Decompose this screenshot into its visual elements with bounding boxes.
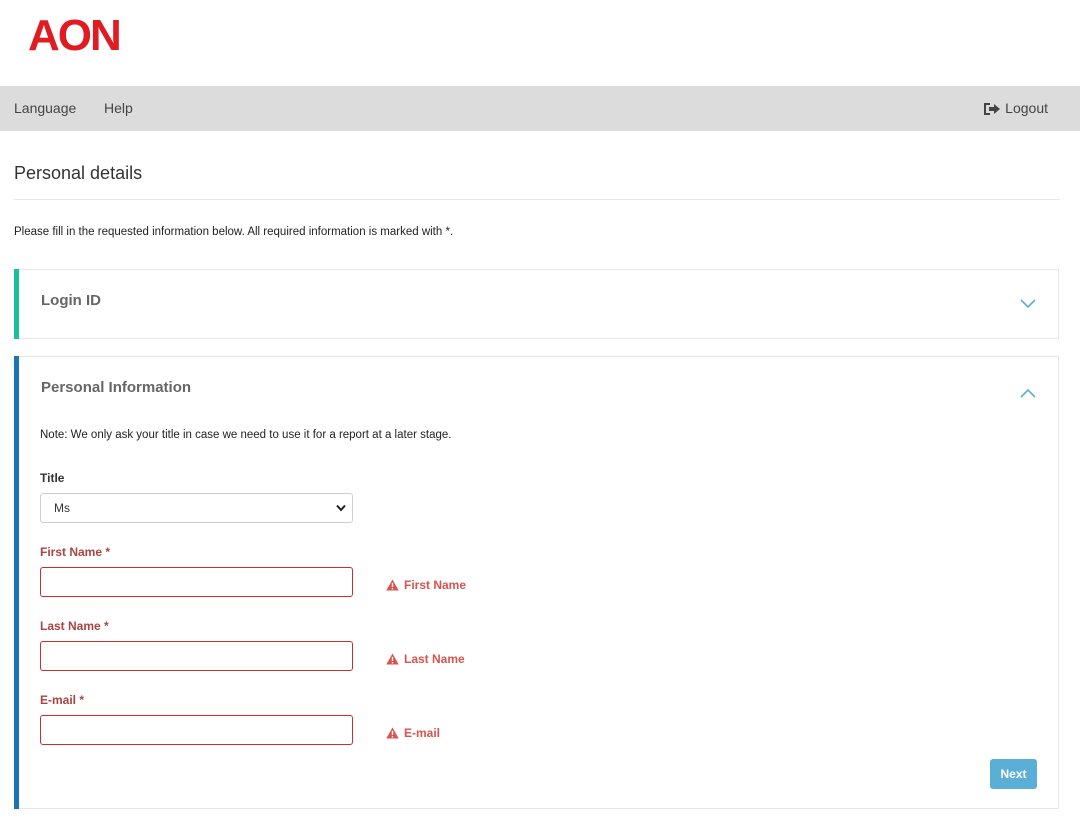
last-name-field[interactable]: [40, 641, 353, 671]
nav-language[interactable]: Language: [14, 86, 76, 131]
personal-info-panel: Personal Information Note: We only ask y…: [14, 356, 1059, 809]
logo-text: AON: [28, 11, 122, 60]
page-title: Personal details: [14, 163, 143, 183]
first-name-label: First Name *: [40, 545, 111, 559]
chevron-up-icon[interactable]: [1020, 388, 1036, 398]
login-id-panel[interactable]: Login ID: [14, 269, 1059, 339]
title-note: Note: We only ask your title in case we …: [40, 429, 452, 441]
logout-label: Logout: [1005, 100, 1048, 116]
email-error: E-mail: [386, 726, 440, 740]
logout-button[interactable]: Logout: [983, 86, 1048, 131]
login-id-title: Login ID: [41, 292, 101, 309]
personal-info-title: Personal Information: [41, 379, 192, 396]
title-select[interactable]: Ms: [40, 493, 353, 523]
email-field[interactable]: [40, 715, 353, 745]
top-nav: Language Help Logout: [0, 86, 1080, 131]
email-label: E-mail *: [40, 693, 85, 707]
nav-help[interactable]: Help: [104, 86, 133, 131]
first-name-error: First Name: [386, 578, 466, 592]
last-name-error: Last Name: [386, 652, 465, 666]
panel-accent: [14, 269, 19, 339]
warning-triangle-icon: [386, 727, 399, 739]
caret-down-icon: [336, 504, 346, 512]
first-name-error-text: First Name: [404, 578, 467, 592]
first-name-field[interactable]: [40, 567, 353, 597]
email-error-text: E-mail: [404, 726, 441, 740]
next-button[interactable]: Next: [990, 759, 1037, 789]
title-label: Title: [40, 471, 65, 485]
warning-triangle-icon: [386, 653, 399, 665]
aon-logo: AON: [28, 14, 122, 58]
warning-triangle-icon: [386, 579, 399, 591]
last-name-error-text: Last Name: [404, 652, 465, 666]
divider: [14, 199, 1060, 200]
chevron-down-icon[interactable]: [1020, 299, 1036, 309]
sign-out-icon: [984, 102, 1001, 115]
last-name-label: Last Name *: [40, 619, 109, 633]
title-select-value: Ms: [54, 501, 70, 515]
intro-text: Please fill in the requested information…: [14, 226, 454, 238]
panel-accent: [14, 356, 19, 809]
